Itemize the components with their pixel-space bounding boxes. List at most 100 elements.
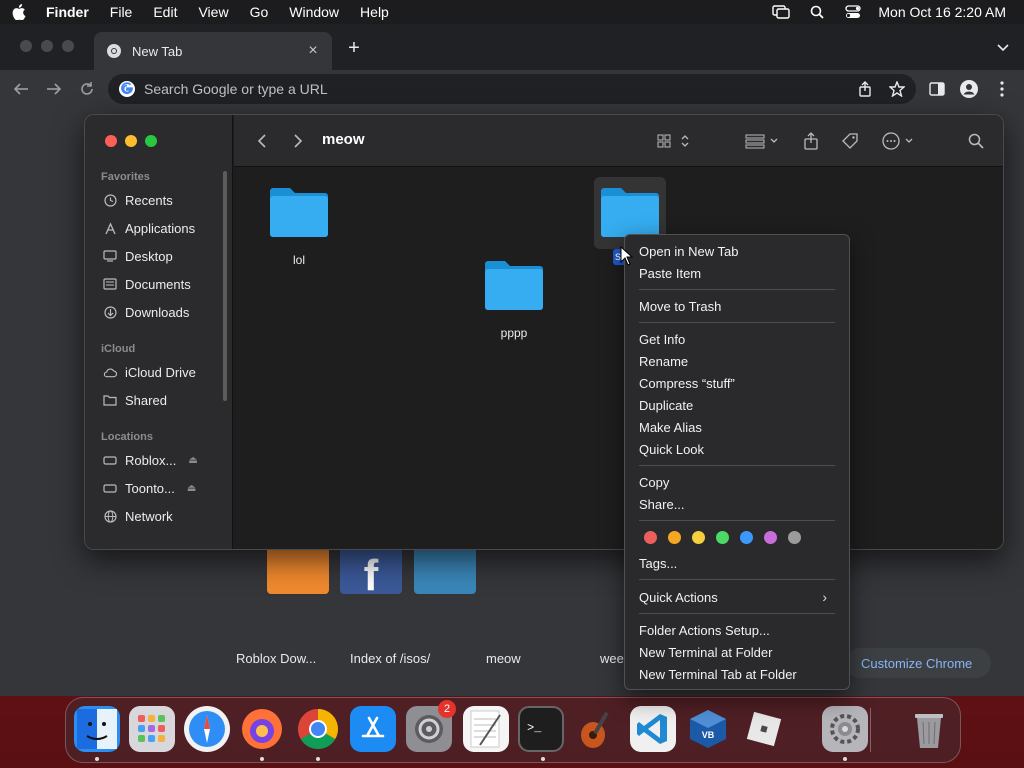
tag-orange-dot[interactable] — [668, 531, 681, 544]
chrome-menu-icon[interactable] — [991, 78, 1013, 100]
share-icon[interactable] — [856, 80, 874, 98]
xampp-tile-icon[interactable] — [267, 544, 329, 594]
shortcut-label[interactable]: Index of /isos/ — [350, 651, 430, 666]
shortcut-label[interactable]: meow — [486, 651, 521, 666]
vscode-icon[interactable] — [630, 706, 676, 752]
bookmark-star-icon[interactable] — [888, 80, 906, 98]
folder-item-selected[interactable] — [595, 185, 665, 239]
virtualbox-icon[interactable]: VB — [685, 706, 731, 752]
eject-icon[interactable]: ⏏ — [187, 483, 196, 494]
roblox-icon[interactable] — [741, 706, 787, 752]
more-actions-icon[interactable] — [882, 131, 916, 151]
control-center-icon[interactable] — [844, 5, 862, 19]
eject-icon[interactable]: ⏏ — [188, 455, 197, 466]
menu-view[interactable]: View — [198, 4, 228, 20]
finder-zoom-button[interactable] — [145, 135, 157, 147]
sidebar-item-toonto-volume[interactable]: Toonto... ⏏ — [103, 478, 196, 498]
menu-go[interactable]: Go — [250, 4, 269, 20]
forward-arrow-icon[interactable] — [43, 78, 65, 100]
tab-search-chevron-icon[interactable] — [996, 40, 1010, 54]
menu-item-copy[interactable]: Copy — [639, 472, 839, 492]
window-minimize-button[interactable] — [41, 40, 53, 52]
window-zoom-button[interactable] — [62, 40, 74, 52]
tag-blue-dot[interactable] — [740, 531, 753, 544]
sidebar-scrollbar[interactable] — [223, 171, 227, 401]
apple-menu-icon[interactable] — [12, 4, 28, 20]
menu-item-paste-item[interactable]: Paste Item — [639, 263, 839, 283]
system-preferences-icon[interactable]: 2 — [406, 700, 456, 752]
tag-yellow-dot[interactable] — [692, 531, 705, 544]
terminal-icon[interactable]: >_ — [518, 706, 564, 752]
twitter-tile-icon[interactable] — [414, 544, 476, 594]
app-store-icon[interactable] — [350, 706, 396, 752]
menu-help[interactable]: Help — [360, 4, 389, 20]
finder-minimize-button[interactable] — [125, 135, 137, 147]
customize-chrome-button[interactable]: Customize Chrome — [845, 648, 991, 678]
tag-gray-dot[interactable] — [788, 531, 801, 544]
shortcut-label[interactable]: Roblox Dow... — [236, 651, 316, 666]
tag-red-dot[interactable] — [644, 531, 657, 544]
omnibox-input[interactable]: Search Google or type a URL — [108, 74, 916, 104]
finder-share-icon[interactable] — [802, 131, 820, 151]
sidebar-item-recents[interactable]: Recents — [103, 190, 173, 210]
menu-item-share[interactable]: Share... — [639, 494, 839, 514]
sidebar-item-roblox-volume[interactable]: Roblox... ⏏ — [103, 450, 198, 470]
tag-icon[interactable] — [840, 131, 860, 151]
menu-item-open-in-new-tab[interactable]: Open in New Tab — [639, 241, 839, 261]
menu-item-make-alias[interactable]: Make Alias — [639, 417, 839, 437]
menu-item-compress[interactable]: Compress “stuff” — [639, 373, 839, 393]
menu-item-rename[interactable]: Rename — [639, 351, 839, 371]
menu-app-name[interactable]: Finder — [46, 4, 89, 20]
tag-green-dot[interactable] — [716, 531, 729, 544]
sidebar-item-documents[interactable]: Documents — [103, 274, 191, 294]
textedit-icon[interactable] — [463, 706, 509, 752]
trash-icon[interactable] — [906, 706, 952, 752]
menu-window[interactable]: Window — [289, 4, 339, 20]
folder-item[interactable]: lol — [264, 185, 334, 267]
menu-clock[interactable]: Mon Oct 16 2:20 AM — [878, 4, 1006, 20]
sidebar-item-downloads[interactable]: Downloads — [103, 302, 189, 322]
tag-purple-dot[interactable] — [764, 531, 777, 544]
facebook-tile-icon[interactable]: f — [340, 544, 402, 600]
screen-mirroring-icon[interactable] — [772, 5, 791, 19]
menu-edit[interactable]: Edit — [153, 4, 177, 20]
finder-forward-icon[interactable] — [290, 131, 306, 151]
settings-icon[interactable] — [822, 706, 868, 752]
reload-icon[interactable] — [76, 78, 98, 100]
spotlight-search-icon[interactable] — [808, 5, 826, 19]
sidebar-item-applications[interactable]: Applications — [103, 218, 195, 238]
menu-item-new-terminal-tab-at-folder[interactable]: New Terminal Tab at Folder — [639, 664, 839, 684]
menu-item-new-terminal-at-folder[interactable]: New Terminal at Folder — [639, 642, 839, 662]
profile-avatar-icon[interactable] — [958, 78, 980, 100]
shortcut-label[interactable]: wee — [600, 651, 624, 666]
icon-view-toggle-icon[interactable] — [657, 131, 691, 151]
menu-file[interactable]: File — [110, 4, 133, 20]
new-tab-button[interactable]: + — [344, 38, 364, 58]
side-panel-icon[interactable] — [926, 78, 948, 100]
browser-tab[interactable]: New Tab × — [94, 32, 332, 70]
finder-close-button[interactable] — [105, 135, 117, 147]
firefox-icon[interactable] — [239, 706, 285, 752]
chrome-icon[interactable] — [295, 706, 341, 752]
tab-close-icon[interactable]: × — [306, 43, 320, 59]
garageband-icon[interactable] — [574, 706, 620, 752]
sidebar-item-shared[interactable]: Shared — [103, 390, 167, 410]
launchpad-icon[interactable] — [129, 706, 175, 752]
back-arrow-icon[interactable] — [10, 78, 32, 100]
menu-item-quick-look[interactable]: Quick Look — [639, 439, 839, 459]
finder-icon[interactable] — [74, 706, 120, 752]
sidebar-item-desktop[interactable]: Desktop — [103, 246, 173, 266]
safari-icon[interactable] — [184, 706, 230, 752]
menu-item-get-info[interactable]: Get Info — [639, 329, 839, 349]
finder-back-icon[interactable] — [254, 131, 270, 151]
finder-search-icon[interactable] — [967, 131, 985, 151]
group-by-icon[interactable] — [745, 131, 781, 151]
window-close-button[interactable] — [20, 40, 32, 52]
menu-item-folder-actions-setup[interactable]: Folder Actions Setup... — [639, 620, 839, 640]
folder-item[interactable]: pppp — [479, 258, 549, 340]
menu-item-quick-actions[interactable]: Quick Actions › — [639, 587, 839, 607]
sidebar-item-icloud-drive[interactable]: iCloud Drive — [103, 362, 196, 382]
menu-item-duplicate[interactable]: Duplicate — [639, 395, 839, 415]
sidebar-item-network[interactable]: Network — [103, 506, 173, 526]
menu-item-tags[interactable]: Tags... — [639, 553, 839, 573]
